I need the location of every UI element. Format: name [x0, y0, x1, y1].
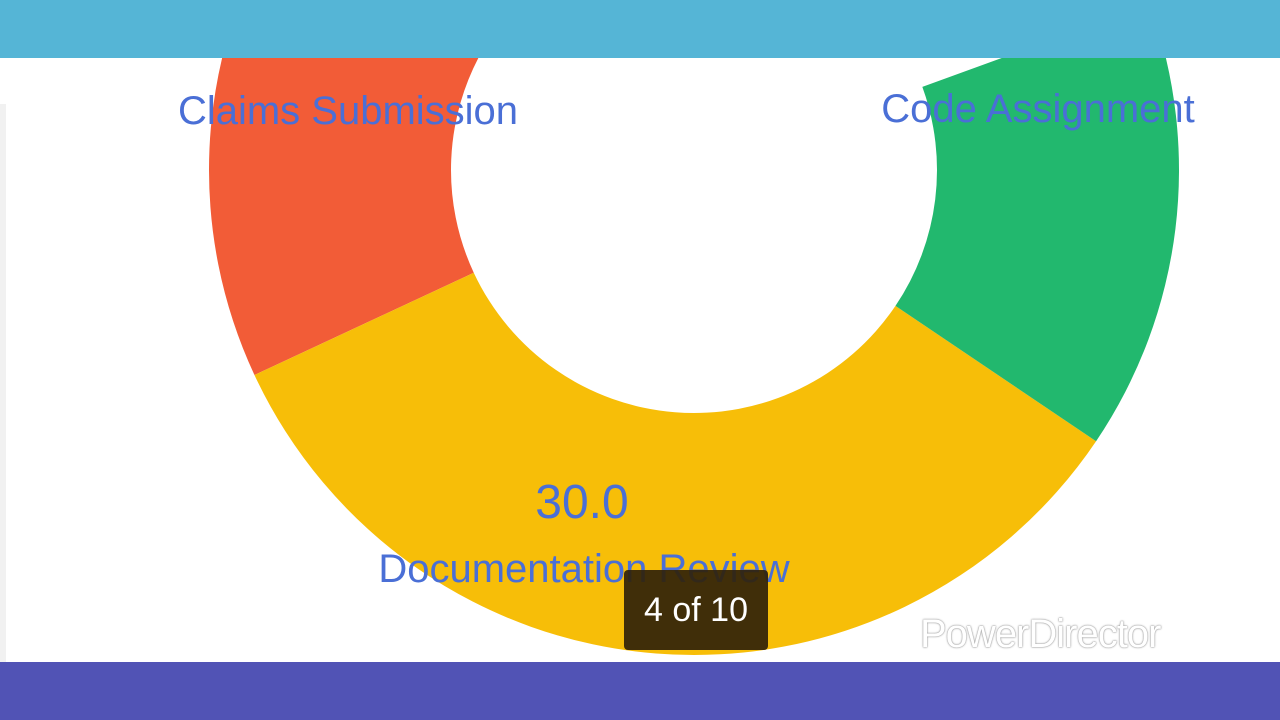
- value-documentation-review: 30.0: [535, 476, 628, 529]
- slide-counter: 4 of 10: [624, 570, 768, 650]
- top-banner: [0, 0, 1280, 58]
- label-code-assignment: Code Assignment: [881, 87, 1195, 131]
- watermark-text: PowerDirector: [920, 612, 1161, 656]
- label-claims-submission: Claims Submission: [178, 89, 518, 133]
- bottom-banner: [0, 662, 1280, 720]
- left-edge-divider: [0, 104, 6, 662]
